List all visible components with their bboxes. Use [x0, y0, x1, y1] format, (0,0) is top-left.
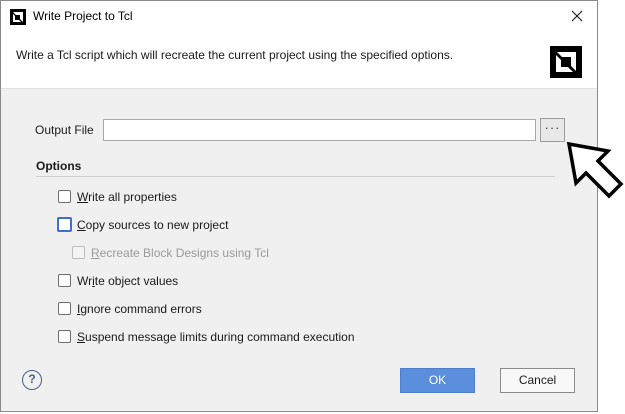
- option-label: Recreate Block Designs using Tcl: [91, 246, 269, 260]
- output-file-input[interactable]: [103, 119, 536, 141]
- checkbox: [72, 246, 85, 259]
- output-file-label: Output File: [35, 123, 94, 137]
- options-heading: Options: [36, 159, 82, 173]
- checkbox[interactable]: [58, 274, 71, 287]
- checkbox[interactable]: [57, 217, 72, 232]
- option-label: Ignore command errors: [77, 302, 202, 316]
- amd-logo-icon: [550, 46, 582, 78]
- ok-button[interactable]: OK: [400, 368, 475, 393]
- checkbox[interactable]: [58, 330, 71, 343]
- banner-divider: [1, 88, 597, 89]
- option-label: Write object values: [77, 274, 179, 288]
- description-text: Write a Tcl script which will recreate t…: [16, 48, 454, 62]
- title-bar[interactable]: Write Project to Tcl: [1, 1, 597, 32]
- amd-logo-icon: [10, 9, 26, 25]
- checkbox[interactable]: [58, 302, 71, 315]
- description-banner: Write a Tcl script which will recreate t…: [1, 32, 597, 88]
- write-project-to-tcl-dialog: Write Project to Tcl Write a Tcl script …: [0, 0, 598, 412]
- checkbox[interactable]: [58, 190, 71, 203]
- close-button[interactable]: [557, 1, 597, 32]
- option-label: Copy sources to new project: [77, 218, 229, 232]
- cancel-button[interactable]: Cancel: [500, 368, 575, 393]
- help-icon[interactable]: ?: [22, 370, 42, 390]
- mouse-pointer-icon: [566, 141, 624, 199]
- close-icon: [571, 10, 583, 22]
- browse-button[interactable]: ···: [540, 118, 565, 142]
- options-divider: [36, 176, 555, 177]
- option-label: Suspend message limits during command ex…: [77, 330, 355, 344]
- window-title: Write Project to Tcl: [33, 9, 133, 23]
- option-label: Write all properties: [77, 190, 177, 204]
